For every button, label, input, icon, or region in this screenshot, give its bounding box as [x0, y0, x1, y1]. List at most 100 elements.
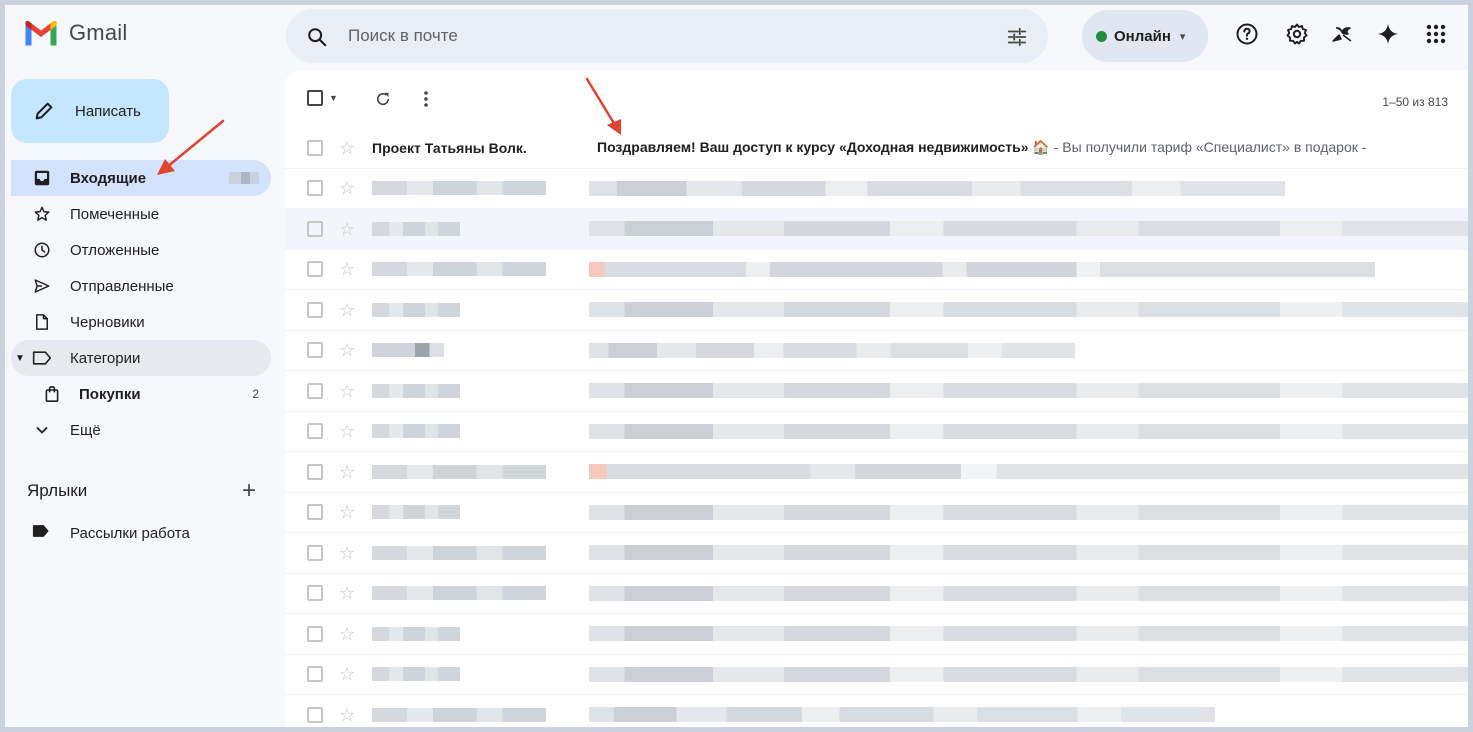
inbox-icon — [32, 168, 52, 188]
search-input[interactable] — [348, 21, 968, 51]
email-row[interactable]: ☆ — [285, 209, 1468, 250]
row-checkbox[interactable] — [307, 666, 323, 683]
more-vert-icon[interactable] — [423, 90, 429, 108]
row-checkbox[interactable] — [307, 382, 323, 399]
row-checkbox[interactable] — [307, 301, 323, 318]
blurred-message — [589, 221, 1468, 237]
star-icon[interactable]: ☆ — [339, 301, 355, 319]
star-icon[interactable]: ☆ — [339, 463, 355, 481]
sidebar-item-label: Отложенные — [70, 241, 160, 259]
blurred-sender — [372, 221, 460, 236]
row-checkbox[interactable] — [307, 625, 323, 642]
star-icon[interactable]: ☆ — [339, 260, 355, 278]
sidebar-item-label: Покупки — [79, 385, 141, 403]
star-icon[interactable]: ☆ — [339, 584, 355, 602]
blurred-message — [589, 666, 1468, 682]
blurred-sender — [372, 545, 546, 560]
email-row[interactable]: ☆ — [285, 574, 1468, 614]
sidebar-item-categories[interactable]: ▼ Категории — [11, 340, 271, 376]
sidebar-item-label: Помеченные — [70, 205, 160, 223]
email-row[interactable]: ☆ — [285, 250, 1468, 290]
blurred-sender — [372, 262, 546, 277]
sidebar-item-label: Отправленные — [70, 277, 174, 295]
gmail-logo[interactable]: Gmail — [23, 19, 127, 47]
email-row[interactable]: ☆ — [285, 493, 1468, 533]
clock-icon — [32, 240, 52, 260]
search-icon[interactable] — [306, 26, 328, 48]
row-checkbox[interactable] — [307, 504, 323, 521]
star-icon[interactable]: ☆ — [339, 503, 355, 521]
row-checkbox[interactable] — [307, 544, 323, 561]
email-row[interactable]: ☆ — [285, 533, 1468, 574]
sidebar-item-inbox[interactable]: Входящие — [11, 160, 271, 196]
email-row[interactable]: ☆ — [285, 695, 1468, 727]
blurred-sender — [372, 302, 460, 317]
compose-button[interactable]: Написать — [11, 79, 169, 143]
email-row[interactable]: ☆ — [285, 290, 1468, 331]
gemini-features-icon[interactable] — [1329, 21, 1355, 47]
gemini-icon[interactable] — [1375, 21, 1401, 47]
email-row[interactable]: ☆ — [285, 655, 1468, 695]
email-row[interactable]: ☆ — [285, 452, 1468, 493]
blurred-message — [589, 464, 1468, 480]
blurred-sender — [372, 343, 444, 358]
sidebar-item-snoozed[interactable]: Отложенные — [11, 232, 271, 268]
sidebar-item-purchases[interactable]: Покупки 2 — [11, 376, 271, 412]
row-checkbox[interactable] — [307, 585, 323, 602]
email-row[interactable]: ☆ — [285, 331, 1468, 371]
email-row[interactable]: ☆ — [285, 169, 1468, 209]
sidebar-item-label: Ещё — [70, 421, 101, 439]
row-checkbox[interactable] — [307, 139, 323, 156]
help-icon[interactable] — [1234, 21, 1260, 47]
star-icon[interactable]: ☆ — [339, 139, 355, 157]
row-checkbox[interactable] — [307, 342, 323, 359]
caret-down-icon[interactable]: ▼ — [329, 93, 338, 103]
star-icon — [32, 204, 52, 224]
email-row[interactable]: ☆ Проект Татьяны Волк. Поздравляем! Ваш … — [285, 128, 1468, 169]
blurred-message — [589, 545, 1468, 561]
search-options-icon[interactable] — [1006, 26, 1028, 48]
add-label-icon[interactable]: + — [242, 477, 256, 505]
star-icon[interactable]: ☆ — [339, 179, 355, 197]
row-checkbox[interactable] — [307, 706, 323, 723]
sidebar-item-label: Входящие — [70, 169, 147, 187]
email-row[interactable]: ☆ — [285, 614, 1468, 655]
star-icon[interactable]: ☆ — [339, 341, 355, 359]
star-icon[interactable]: ☆ — [339, 706, 355, 724]
caret-down-icon[interactable]: ▼ — [15, 353, 25, 364]
row-checkbox[interactable] — [307, 423, 323, 440]
email-row[interactable]: ☆ — [285, 412, 1468, 452]
star-icon[interactable]: ☆ — [339, 220, 355, 238]
star-icon[interactable]: ☆ — [339, 625, 355, 643]
shopping-bag-icon — [42, 384, 62, 404]
email-sender: Проект Татьяны Волк. — [372, 139, 527, 156]
sidebar-item-label: Категории — [70, 349, 141, 367]
row-checkbox[interactable] — [307, 261, 323, 278]
row-checkbox[interactable] — [307, 180, 323, 197]
unread-count-blurred — [229, 172, 259, 184]
status-selector[interactable]: Онлайн ▾ — [1082, 10, 1208, 62]
settings-icon[interactable] — [1284, 21, 1310, 47]
blurred-message — [589, 302, 1468, 318]
select-all-checkbox[interactable]: ▼ — [307, 90, 338, 106]
search-bar[interactable] — [286, 9, 1048, 63]
email-row[interactable]: ☆ — [285, 371, 1468, 412]
blurred-sender — [372, 505, 460, 520]
sidebar-item-starred[interactable]: Помеченные — [11, 196, 271, 232]
row-checkbox[interactable] — [307, 220, 323, 237]
sidebar-item-drafts[interactable]: Черновики — [11, 304, 271, 340]
star-icon[interactable]: ☆ — [339, 382, 355, 400]
sidebar-item-more[interactable]: Ещё — [11, 412, 271, 448]
apps-icon[interactable] — [1423, 21, 1449, 47]
star-icon[interactable]: ☆ — [339, 422, 355, 440]
blurred-sender — [372, 464, 546, 479]
star-icon[interactable]: ☆ — [339, 665, 355, 683]
sidebar-item-sent[interactable]: Отправленные — [11, 268, 271, 304]
blurred-sender — [372, 667, 460, 682]
gmail-window: Gmail Онлайн ▾ — [5, 5, 1468, 727]
refresh-icon[interactable] — [374, 90, 392, 108]
blurred-sender — [372, 181, 546, 196]
row-checkbox[interactable] — [307, 463, 323, 480]
sidebar-label-item[interactable]: Рассылки работа — [11, 515, 271, 551]
star-icon[interactable]: ☆ — [339, 544, 355, 562]
